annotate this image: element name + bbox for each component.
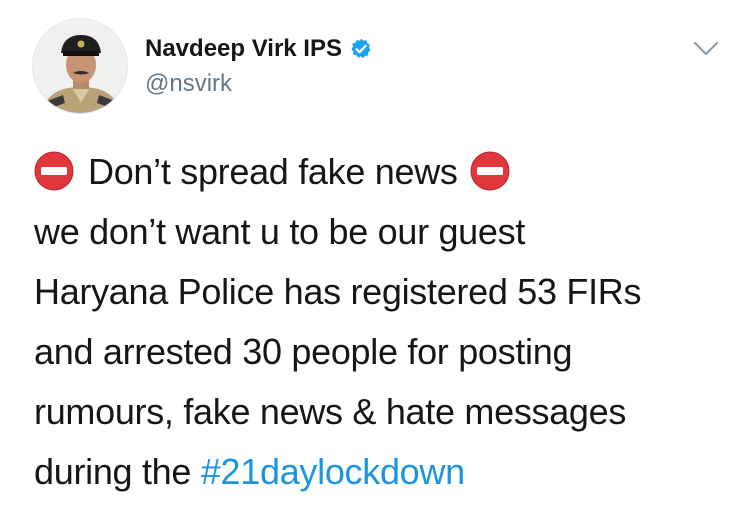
tweet-line-5: rumours, fake news & hate messages xyxy=(34,391,627,432)
tweet-line-3: Haryana Police has registered 53 FIRs xyxy=(34,271,642,312)
author-display-name[interactable]: Navdeep Virk IPS xyxy=(145,32,342,66)
tweet-line-6: during the #21daylockdown xyxy=(34,442,734,502)
tweet-line-6-prefix: during the xyxy=(34,451,201,492)
author-handle[interactable]: @nsvirk xyxy=(145,68,232,100)
tweet-line-1-text: Don’t spread fake news xyxy=(88,151,458,192)
tweet-card: Navdeep Virk IPS @nsvirk Don’t spread fa… xyxy=(0,0,746,510)
avatar[interactable] xyxy=(32,18,128,114)
author-name-row[interactable]: Navdeep Virk IPS xyxy=(145,32,373,66)
tweet-line-2: we don’t want u to be our guest xyxy=(34,211,526,252)
chevron-down-icon[interactable] xyxy=(693,40,719,58)
tweet-text: Don’t spread fake news we don’t want u t… xyxy=(34,142,734,502)
no-entry-icon xyxy=(470,149,510,191)
no-entry-icon xyxy=(34,149,74,191)
verified-badge-icon xyxy=(349,37,373,61)
tweet-line-4: and arrested 30 people for posting xyxy=(34,331,573,372)
tweet-line-1: Don’t spread fake news xyxy=(34,142,734,202)
hashtag-link[interactable]: #21daylockdown xyxy=(201,451,465,492)
